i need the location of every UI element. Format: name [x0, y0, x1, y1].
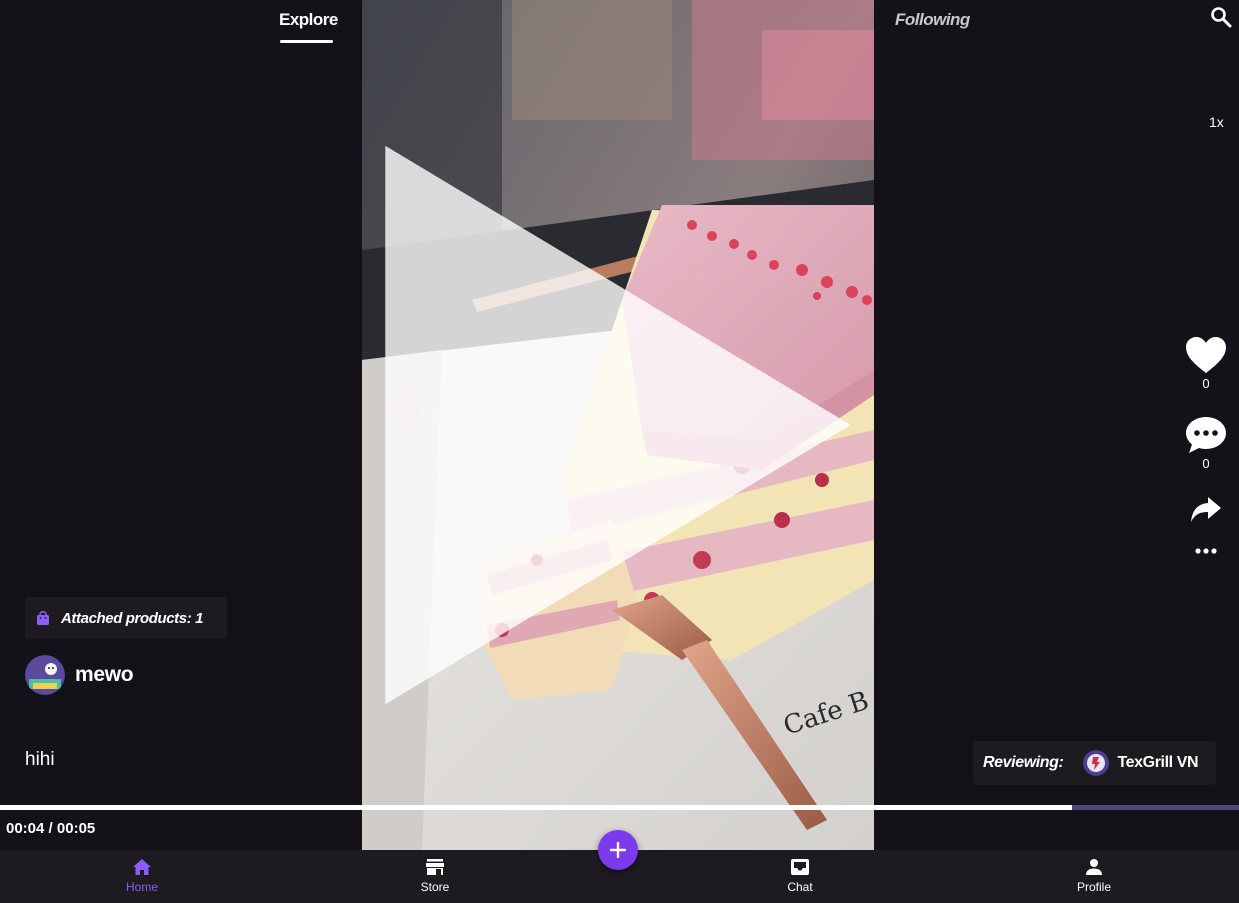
current-time: 00:04	[6, 820, 45, 837]
search-icon[interactable]	[1209, 5, 1233, 29]
tab-explore[interactable]: Explore	[279, 10, 338, 30]
nav-label-home: Home	[125, 880, 158, 894]
shop-logo-image	[1083, 750, 1110, 776]
tab-explore-indicator	[280, 40, 333, 43]
attached-products-button[interactable]: Attached products: 1	[25, 597, 227, 639]
heart-icon	[1186, 337, 1226, 373]
more-horizontal-icon	[1195, 548, 1217, 554]
attached-products-label: Attached products: 1	[61, 609, 204, 627]
video-progress-fill	[0, 805, 1072, 810]
home-icon	[133, 859, 151, 875]
nav-label-profile: Profile	[1076, 880, 1111, 894]
shop-avatar	[1083, 750, 1110, 776]
comment-count: 0	[1202, 456, 1210, 471]
shopping-bag-icon	[37, 611, 49, 625]
video-player[interactable]: Cafe B B	[362, 0, 874, 850]
video-progress-bar[interactable]	[0, 805, 1239, 810]
create-post-button[interactable]	[598, 830, 638, 870]
avatar[interactable]	[25, 655, 65, 695]
person-icon	[1086, 859, 1102, 875]
share-icon	[1191, 497, 1221, 522]
nav-label-store: Store	[420, 880, 450, 894]
reviewing-label: Reviewing:	[983, 754, 1064, 771]
app-root: Cafe B B Explore Following 1x 0 0	[0, 0, 1239, 903]
nav-label-chat: Chat	[787, 880, 813, 894]
nav-item-store[interactable]: Store	[395, 858, 475, 894]
post-caption: hihi	[25, 749, 55, 770]
nav-item-profile[interactable]: Profile	[1054, 858, 1134, 894]
like-count: 0	[1202, 376, 1210, 391]
like-button[interactable]: 0	[1184, 336, 1228, 391]
author-info[interactable]: mewo	[25, 655, 134, 695]
avatar-image	[25, 655, 65, 695]
tab-following[interactable]: Following	[895, 10, 970, 30]
more-options-button[interactable]	[1184, 542, 1228, 560]
playback-speed-button[interactable]: 1x	[1209, 114, 1224, 130]
nav-item-home[interactable]: Home	[102, 858, 182, 894]
store-icon	[426, 859, 444, 875]
inbox-icon	[791, 859, 809, 875]
nav-item-chat[interactable]: Chat	[760, 858, 840, 894]
duration-time: 00:05	[56, 820, 96, 837]
plus-icon	[609, 841, 627, 859]
play-icon[interactable]	[362, 0, 874, 850]
comment-button[interactable]: 0	[1184, 416, 1228, 471]
share-button[interactable]	[1184, 496, 1228, 524]
comment-icon	[1186, 417, 1226, 453]
time-separator: /	[44, 820, 57, 837]
video-time: 00:04 / 00:05	[6, 820, 95, 837]
reviewing-badge[interactable]: Reviewing: TexGrill VN	[973, 741, 1216, 785]
reviewing-shop-name: TexGrill VN	[1117, 754, 1199, 771]
author-name[interactable]: mewo	[75, 663, 134, 687]
